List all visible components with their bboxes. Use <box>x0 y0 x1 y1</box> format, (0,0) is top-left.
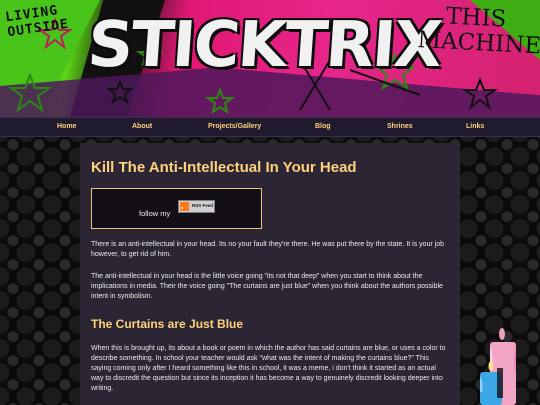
rss-follow-label: follow my <box>139 209 171 218</box>
nav-home-link[interactable]: Home <box>57 123 76 130</box>
nav-blog-link[interactable]: Blog <box>315 123 331 130</box>
post-paragraph: There is an anti-intellectual in your he… <box>91 241 445 258</box>
nav-projects-gallery-link[interactable]: Projects/Gallery <box>208 123 261 130</box>
nav-about-link[interactable]: About <box>132 123 152 130</box>
nav-shrines-link[interactable]: Shrines <box>387 123 413 130</box>
site-title: STICKTRIX <box>85 8 443 81</box>
candles-decoration <box>480 328 516 405</box>
site-banner: LIVING OUTSIDE STICKTRIX THIS MACHINE <box>0 0 540 117</box>
nav-links-link[interactable]: Links <box>466 123 484 130</box>
banner-tagline-right: THIS MACHINE <box>416 3 540 60</box>
rss-feed-button[interactable]: RSS Feed <box>178 200 215 213</box>
rss-badge-label: RSS Feed <box>192 203 214 208</box>
post-paragraph: The anti-intellectual in your head is th… <box>91 273 443 300</box>
blog-post-panel: Kill The Anti-Intellectual In Your Head … <box>80 143 460 405</box>
rss-icon <box>180 202 189 211</box>
post-title: Kill The Anti-Intellectual In Your Head <box>91 159 357 176</box>
rss-follow-box: follow my RSS Feed <box>91 188 262 229</box>
section-title: The Curtains are Just Blue <box>91 317 244 331</box>
section-paragraph: When this is brought up, its about a boo… <box>91 345 446 392</box>
main-nav: Home About Projects/Gallery Blog Shrines… <box>0 117 540 137</box>
